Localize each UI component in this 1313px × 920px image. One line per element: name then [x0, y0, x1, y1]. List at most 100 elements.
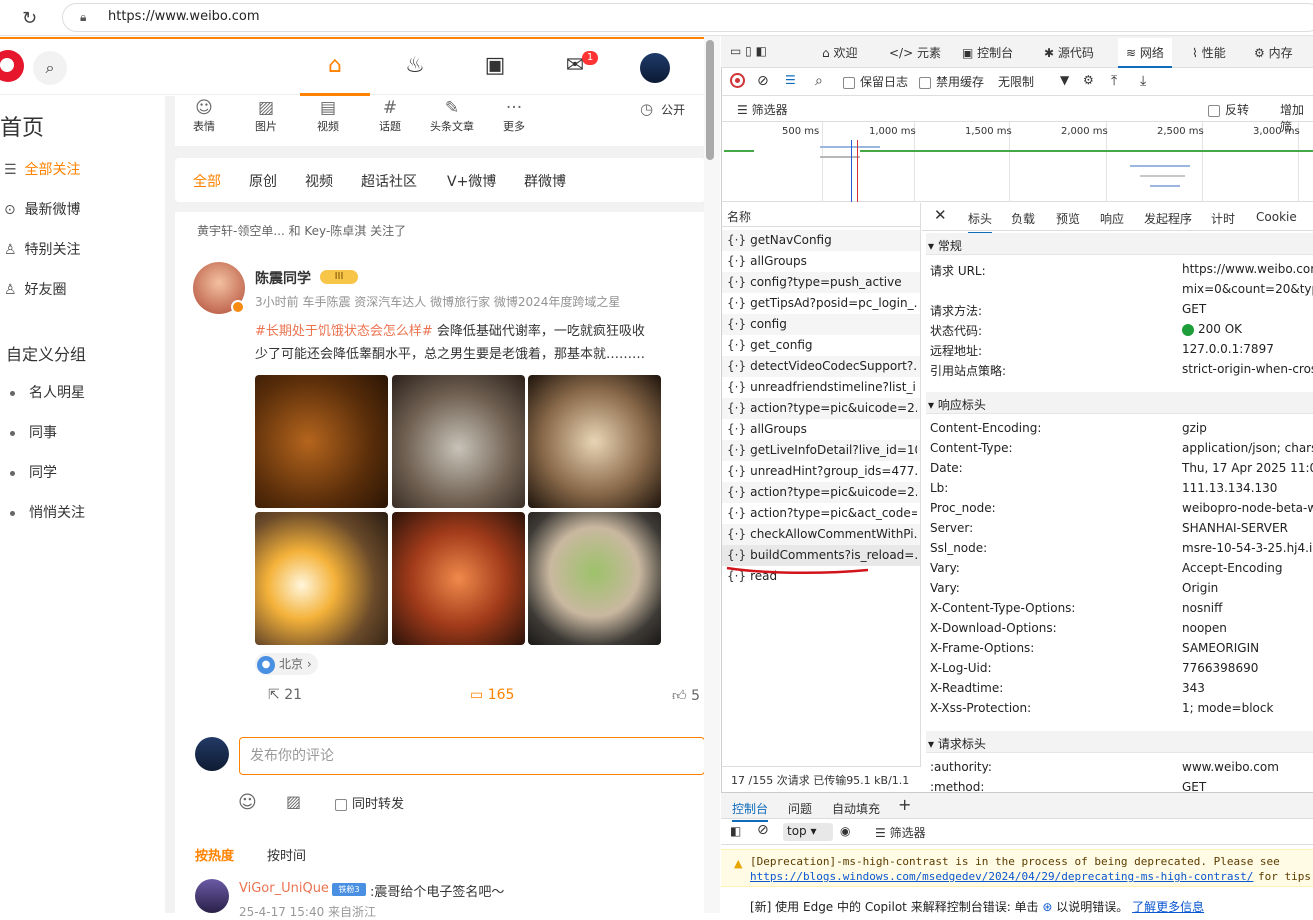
group-item[interactable]: 同事 [10, 422, 57, 442]
url-text[interactable]: https://www.weibo.com [108, 9, 260, 24]
clear-icon[interactable]: ⊘ [757, 73, 769, 89]
tab-memory[interactable]: ⚙ 内存 [1254, 44, 1293, 61]
like-button[interactable]: 👍︎ 5 [672, 687, 700, 704]
page-scrollbar[interactable] [704, 36, 720, 913]
hashtag-link[interactable]: #长期处于饥饿状态会怎么样# [255, 324, 433, 339]
nav-item-latest[interactable]: ⊙ 最新微博 [4, 199, 80, 219]
group-item[interactable]: 同学 [10, 462, 57, 482]
request-row[interactable]: {·} unreadHint?group_ids=477... [727, 464, 917, 478]
reload-icon[interactable]: ↻ [22, 8, 37, 29]
more-tool[interactable]: ··· 更多 [489, 98, 539, 134]
sort-by-time[interactable]: 按时间 [267, 845, 306, 864]
download-icon[interactable]: ⤓ [1140, 73, 1146, 89]
request-row[interactable]: {·} allGroups [727, 422, 917, 436]
tab-supertopic[interactable]: 超话社区 [361, 171, 417, 191]
request-row[interactable]: {·} checkAllowCommentWithPi... [727, 527, 917, 541]
video-tool[interactable]: ▤ 视频 [303, 98, 353, 134]
close-icon[interactable]: ✕ [934, 206, 947, 224]
tab-payload[interactable]: 负载 [1011, 210, 1035, 227]
tab-initiator[interactable]: 发起程序 [1144, 210, 1192, 227]
scrollbar-thumb[interactable] [706, 40, 714, 160]
author-name[interactable]: 陈震同学 [255, 268, 311, 288]
image-tool[interactable]: ▨ 图片 [241, 98, 291, 134]
request-row[interactable]: {·} action?type=pic&uicode=2... [727, 401, 917, 415]
home-icon[interactable]: ⌂ [315, 53, 355, 78]
visibility-select[interactable]: ◷ 公开 [640, 100, 685, 118]
device-icon[interactable]: ▭ ▯ ◧ [730, 44, 767, 58]
filter-toggle-icon[interactable]: ☰ [785, 73, 796, 87]
request-row[interactable]: {·} getTipsAd?posid=pc_login_... [727, 296, 917, 310]
post-photo[interactable] [528, 375, 661, 508]
request-row[interactable]: {·} config [727, 317, 917, 331]
checkbox[interactable] [843, 76, 855, 89]
repost-button[interactable]: ⇱ 21 [268, 687, 302, 703]
tab-preview[interactable]: 预览 [1056, 210, 1080, 227]
throttle-select[interactable]: 无限制 [998, 73, 1034, 90]
post-photo[interactable] [392, 512, 525, 645]
request-row[interactable]: {·} unreadfriendstimeline?list_i... [727, 380, 917, 394]
tab-all[interactable]: 全部 [193, 171, 221, 191]
nav-item-friends[interactable]: ♙ 好友圈 [4, 279, 66, 299]
drawer-tab-issues[interactable]: 问题 [788, 800, 812, 817]
location-tag[interactable]: ● 北京 › [255, 653, 318, 675]
request-row-selected[interactable]: {·} buildComments?is_reload=... [727, 548, 917, 562]
topic-tool[interactable]: # 话题 [365, 98, 415, 134]
request-row[interactable]: {·} config?type=push_active [727, 275, 917, 289]
request-row[interactable]: {·} allGroups [727, 254, 917, 268]
search-icon[interactable]: ⌕ [33, 51, 67, 85]
post-photo[interactable] [255, 375, 388, 508]
tab-headers[interactable]: 标头 [968, 210, 993, 234]
section-response-headers[interactable]: ▾ 响应标头 [926, 392, 1313, 414]
disable-cache[interactable]: 禁用缓存 [919, 73, 984, 90]
request-row[interactable]: {·} action?type=pic&uicode=2... [727, 485, 917, 499]
dropdown-icon[interactable]: ▼ [1060, 73, 1069, 87]
search-icon[interactable]: ⌕ [815, 73, 823, 89]
user-avatar[interactable] [640, 53, 670, 83]
image-icon[interactable]: ▨ [286, 792, 301, 811]
checkbox[interactable] [919, 76, 931, 89]
sidebar-toggle-icon[interactable]: ◧ [730, 824, 741, 838]
filter-input[interactable]: ☰ 筛选器 [737, 101, 788, 118]
tab-cookie[interactable]: Cookie [1256, 210, 1297, 224]
tab-timing[interactable]: 计时 [1211, 210, 1235, 227]
drawer-tab-autofill[interactable]: 自动填充 [832, 800, 880, 817]
tab-network[interactable]: ≋ 网络 [1118, 38, 1172, 68]
tab-elements[interactable]: </> 元素 [889, 44, 941, 61]
tab-welcome[interactable]: ⌂ 欢迎 [822, 44, 857, 61]
upload-icon[interactable]: ⤒ [1111, 73, 1117, 89]
warning-link[interactable]: https://blogs.windows.com/msedgedev/2024… [750, 870, 1253, 883]
checkbox[interactable] [335, 798, 347, 811]
request-row[interactable]: {·} get_config [727, 338, 917, 352]
preserve-log[interactable]: 保留日志 [843, 73, 908, 90]
repost-checkbox[interactable]: 同时转发 [335, 793, 404, 812]
emoji-icon[interactable]: ☺ [238, 792, 257, 813]
nav-item-all-follow[interactable]: ☰ 全部关注 [4, 159, 80, 179]
group-item[interactable]: 悄悄关注 [10, 502, 85, 522]
tab-video[interactable]: 视频 [305, 171, 333, 191]
section-request-headers[interactable]: ▾ 请求标头 [926, 731, 1313, 753]
request-row[interactable]: {·} detectVideoCodecSupport?... [727, 359, 917, 373]
nav-item-special[interactable]: ♙ 特别关注 [4, 239, 80, 259]
tab-original[interactable]: 原创 [249, 171, 277, 191]
follow-note[interactable]: 黄宇轩-领空单... 和 Key-陈卓淇 关注了 [197, 222, 406, 239]
tab-sources[interactable]: ✱ 源代码 [1044, 44, 1094, 61]
console-filter[interactable]: ☰ 筛选器 [875, 824, 926, 841]
lock-icon[interactable]: 🔒︎ [80, 10, 86, 25]
comment-button[interactable]: ▭ 165 [470, 687, 514, 703]
comment-input[interactable]: 发布你的评论 [239, 737, 705, 775]
eye-icon[interactable]: ◉ [840, 824, 850, 838]
tab-performance[interactable]: ⌇ 性能 [1192, 44, 1226, 61]
invert-checkbox[interactable]: 反转 [1208, 101, 1249, 118]
commenter-name[interactable]: ViGor_UniQue [239, 881, 329, 896]
group-item[interactable]: 名人明星 [10, 382, 85, 402]
section-general[interactable]: ▾ 常规 [926, 233, 1313, 255]
post-photo[interactable] [255, 512, 388, 645]
network-conditions-icon[interactable]: ⚙ [1083, 73, 1094, 87]
video-icon[interactable]: ▣ [475, 53, 515, 78]
learn-more-link[interactable]: 了解更多信息 [1132, 900, 1204, 914]
commenter-avatar[interactable] [195, 879, 229, 913]
emoji-tool[interactable]: ☺ 表情 [179, 98, 229, 134]
post-photo[interactable] [392, 375, 525, 508]
tab-console[interactable]: ▣ 控制台 [962, 44, 1013, 61]
add-tab-icon[interactable]: + [898, 795, 911, 814]
